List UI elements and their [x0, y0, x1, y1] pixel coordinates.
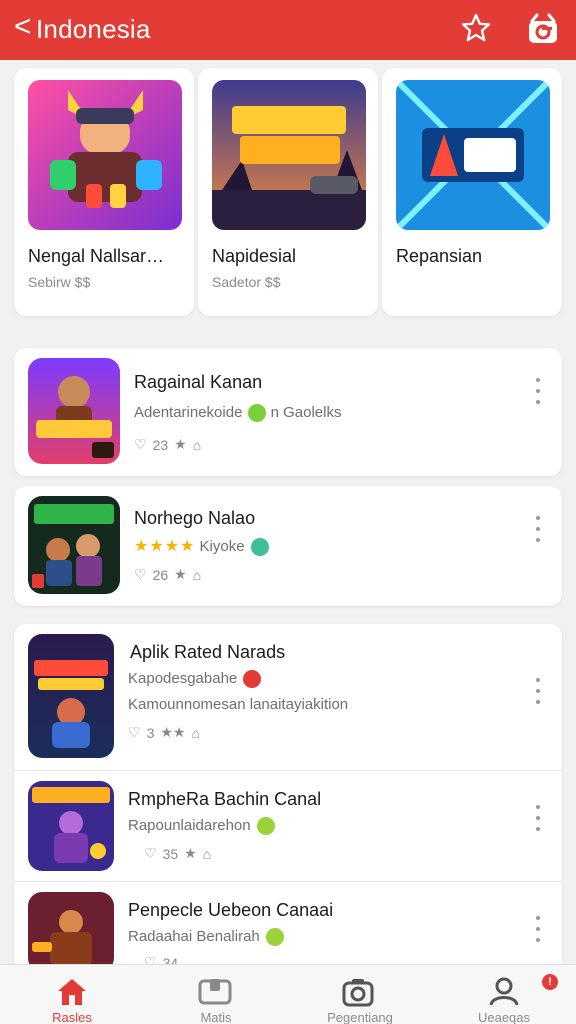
- heart-icon: ♡: [134, 436, 147, 452]
- more-options-icon[interactable]: [528, 805, 548, 831]
- hero-mech-art-icon: [28, 80, 182, 230]
- list-item[interactable]: Norhego Nalao ★★★★ Kiyoke ♡ 26 ★ ⌂: [14, 486, 562, 606]
- red-badge-icon: [243, 670, 262, 689]
- app-title: Aplik Rated Narads: [130, 642, 286, 662]
- featured-apps-row: Nengal Nallsar… Sebirw $$ Napidesial Sad…: [14, 68, 562, 316]
- app-meta: ♡ 35 ★ ⌂: [144, 845, 211, 862]
- star-icon: ★: [174, 566, 187, 582]
- list-item[interactable]: Aplik Rated Narads Kapodesgabahe Kamounn…: [14, 624, 562, 770]
- green-badge-icon: [248, 404, 267, 423]
- green-badge-icon: [256, 817, 275, 836]
- featured-app-name: Repansian: [396, 246, 483, 266]
- rating-count: 35: [162, 845, 179, 862]
- list-item[interactable]: RmpheRa Bachin Canal Rapounlaidarehon ♡ …: [14, 771, 562, 881]
- app-list-card: Norhego Nalao ★★★★ Kiyoke ♡ 26 ★ ⌂: [14, 486, 562, 606]
- raganas-art-icon: [28, 358, 120, 464]
- app-title: Norhego Nalao: [134, 508, 256, 528]
- featured-app-card[interactable]: Napidesial Sadetor $$: [198, 68, 378, 316]
- bookmark-icon: ⌂: [192, 436, 202, 453]
- featured-app-card[interactable]: Nengal Nallsar… Sebirw $$: [14, 68, 194, 316]
- app-description: Kamounnomesan lanaitayiakition: [128, 696, 349, 713]
- app-meta: ♡ 3 ★★ ⌂: [128, 724, 200, 741]
- green-badge-icon: [265, 928, 284, 947]
- app-developer: Adentarinekoide n Gaolelks: [134, 404, 342, 423]
- back-button[interactable]: <: [14, 12, 32, 42]
- featured-app-subtitle: Sebirw $$: [28, 274, 91, 290]
- nav-label: Matis: [200, 1010, 232, 1024]
- heart-icon: ♡: [144, 845, 157, 861]
- rating-count: 3: [146, 724, 155, 741]
- star-icon: ★★: [160, 724, 186, 740]
- app-list-card: Aplik Rated Narads Kapodesgabahe Kamounn…: [14, 624, 562, 972]
- app-title: Penpecle Uebeon Canaai: [128, 900, 334, 920]
- featured-app-name: Napidesial: [212, 246, 297, 266]
- app-list-card: Ragainal Kanan Adentarinekoide n Gaolelk…: [14, 348, 562, 476]
- fighter-art-icon: [28, 892, 114, 972]
- gallery-icon: [198, 979, 232, 1005]
- app-developer: Radaahai Benalirah: [128, 928, 284, 947]
- user-icon: [489, 977, 519, 1006]
- camera-icon: [342, 979, 374, 1007]
- app-meta: ♡ 23 ★ ⌂: [134, 436, 201, 453]
- app-meta: ♡ 26 ★ ⌂: [134, 566, 201, 583]
- notification-badge: !: [542, 974, 558, 990]
- nav-item-gallery[interactable]: Matis: [144, 965, 288, 1024]
- favorite-star-icon[interactable]: [460, 12, 492, 44]
- featured-app-card[interactable]: Repansian: [382, 68, 562, 316]
- rating-count: 26: [152, 566, 169, 583]
- app-title: RmpheRa Bachin Canal: [128, 789, 322, 809]
- page-title: Indonesia: [36, 14, 151, 44]
- star-icon: ★: [174, 436, 187, 452]
- list-item[interactable]: Penpecle Uebeon Canaai Radaahai Benalira…: [14, 882, 562, 972]
- nav-label: Rasles: [52, 1010, 92, 1024]
- star-rating: ★★★★: [134, 538, 196, 555]
- bookmark-icon: ⌂: [202, 845, 212, 862]
- afsh-logo-art-icon: [396, 80, 550, 230]
- bookmark-icon: ⌂: [191, 724, 200, 741]
- app-title: Ragainal Kanan: [134, 372, 263, 392]
- app-developer: Kapodesgabahe: [128, 670, 262, 689]
- more-options-icon[interactable]: [528, 678, 548, 704]
- nalanbk-art-icon: [28, 496, 120, 594]
- more-options-icon[interactable]: [528, 378, 548, 404]
- nav-item-profile[interactable]: Ueaeqas: [432, 965, 576, 1024]
- cesana-wabes-art-icon: [212, 80, 366, 230]
- home-icon: [58, 979, 86, 1005]
- bottom-nav: Rasles Matis Pegentiang Ueaeqas: [0, 964, 576, 1024]
- list-item[interactable]: Ragainal Kanan Adentarinekoide n Gaolelk…: [14, 348, 562, 476]
- bookmark-icon: ⌂: [192, 566, 202, 583]
- gift-icon[interactable]: [526, 12, 560, 46]
- star-icon: ★: [184, 845, 197, 861]
- isporee-art-icon: [28, 781, 114, 871]
- nav-label: Ueaeqas: [477, 1010, 531, 1024]
- heart-icon: ♡: [128, 724, 141, 740]
- app-developer: Rapounlaidarehon: [128, 817, 275, 836]
- featured-app-subtitle: Sadetor $$: [212, 274, 281, 290]
- more-options-icon[interactable]: [528, 916, 548, 942]
- heart-icon: ♡: [134, 566, 147, 582]
- nav-label: Pegentiang: [327, 1010, 393, 1024]
- more-options-icon[interactable]: [528, 516, 548, 542]
- app-developer: ★★★★ Kiyoke: [134, 536, 269, 557]
- teal-badge-icon: [250, 538, 269, 557]
- nav-item-camera[interactable]: Pegentiang: [288, 965, 432, 1024]
- mubian-art-icon: [28, 634, 114, 758]
- rating-count: 23: [152, 436, 169, 453]
- top-app-bar: < Indonesia: [0, 0, 576, 60]
- featured-app-name: Nengal Nallsar…: [28, 246, 165, 266]
- nav-item-home[interactable]: Rasles: [0, 965, 144, 1024]
